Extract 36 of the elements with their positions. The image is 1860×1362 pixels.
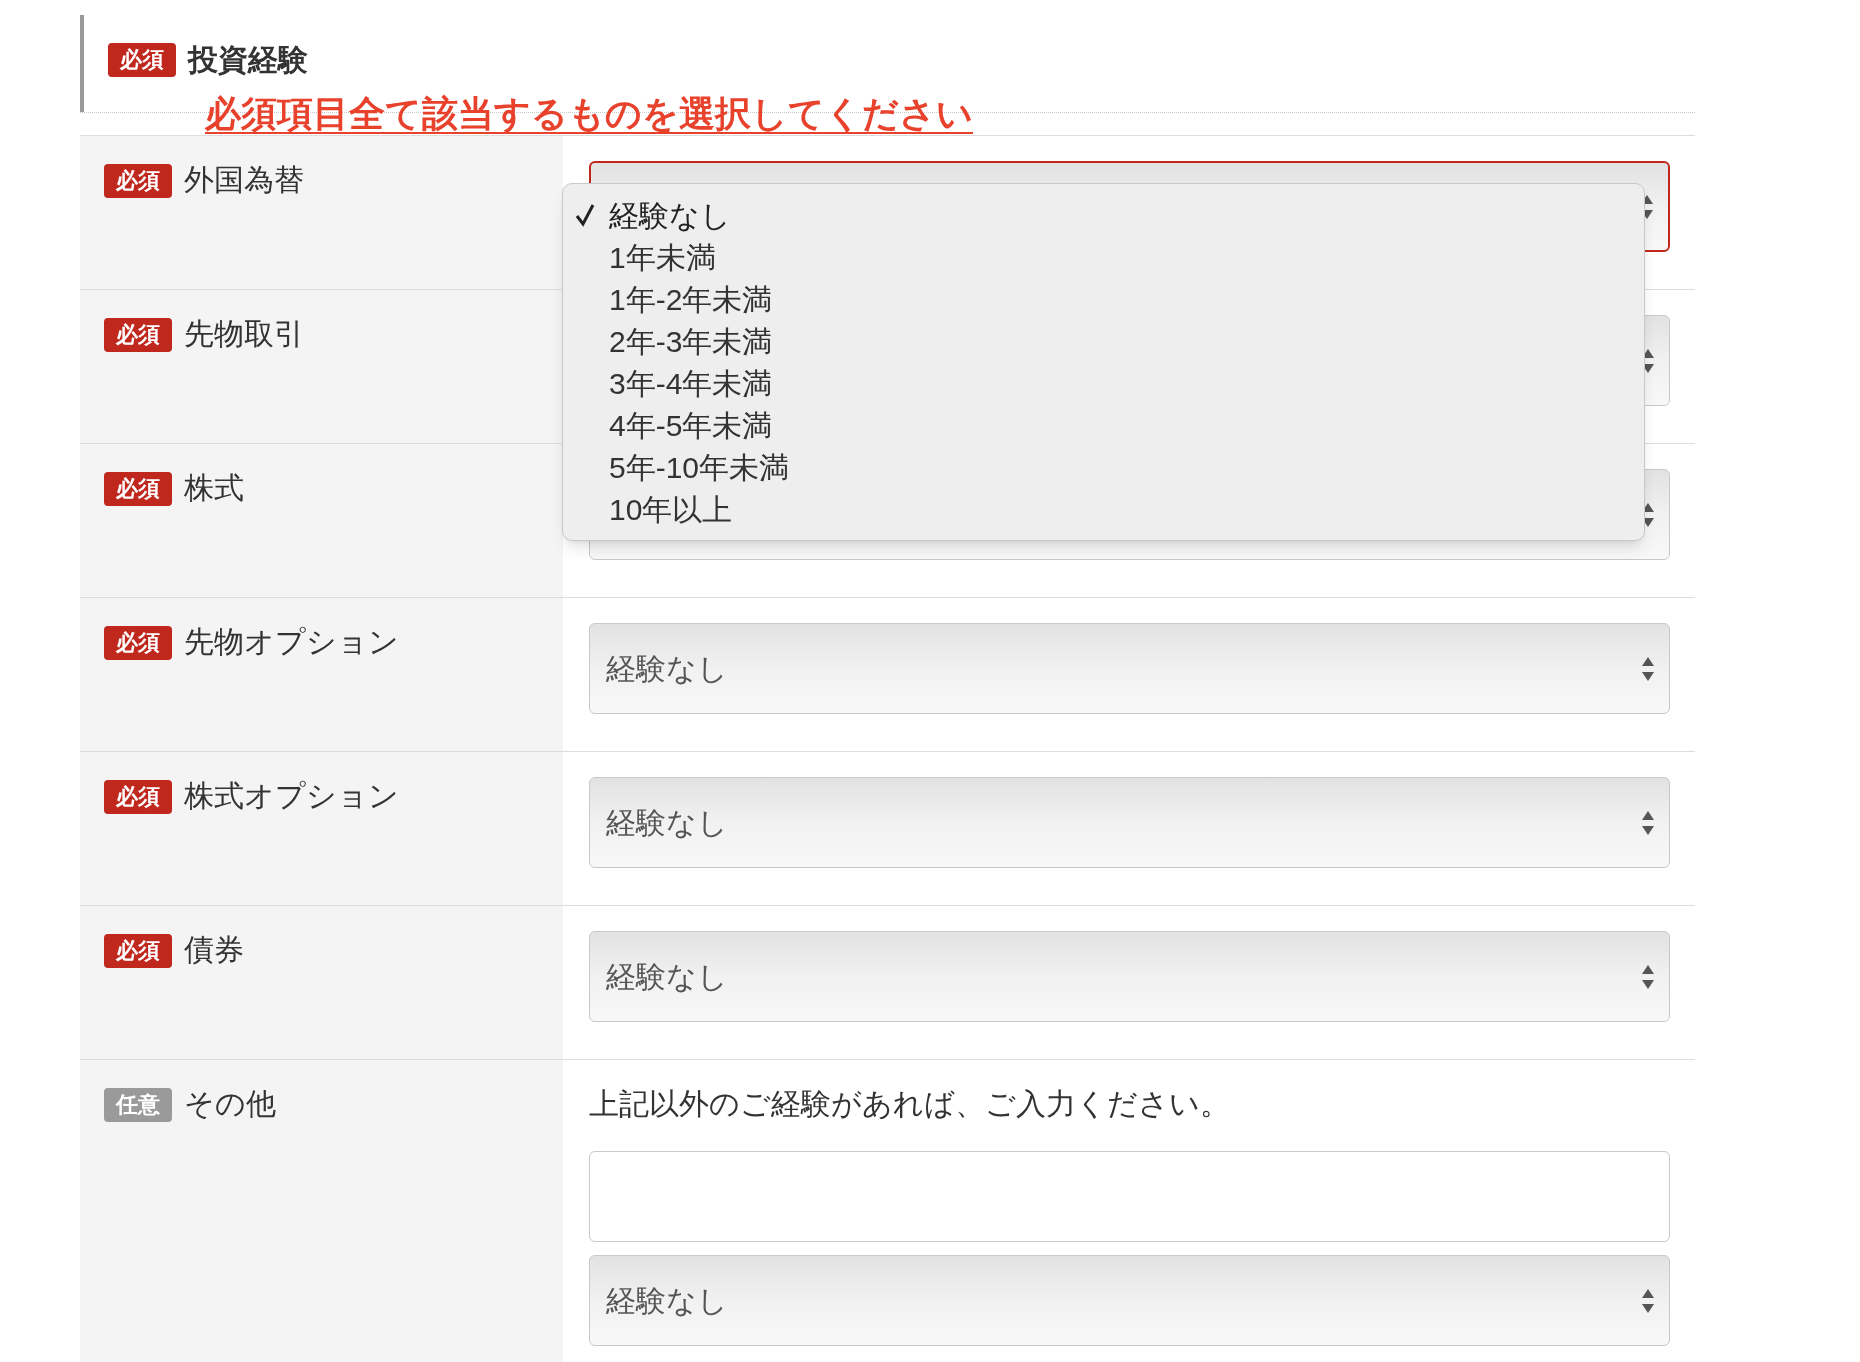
warning-message: 必須項目全て該当するものを選択してください: [205, 93, 973, 134]
field-label: 外国為替: [184, 162, 304, 198]
required-badge: 必須: [104, 318, 172, 352]
text-input-field[interactable]: [589, 1151, 1670, 1242]
menu-option[interactable]: 5年-10年未満: [563, 446, 1644, 488]
select-dropdown[interactable]: 経験なし: [589, 777, 1670, 868]
up-down-arrows-icon: [1641, 1287, 1655, 1314]
required-badge: 必須: [108, 43, 176, 77]
up-down-arrows-icon: [1641, 963, 1655, 990]
field-label: 株式: [184, 470, 244, 506]
check-icon: [575, 203, 595, 227]
menu-option[interactable]: 2年-3年未満: [563, 320, 1644, 362]
field-label: 先物取引: [184, 316, 304, 352]
field-label: 株式オプション: [184, 778, 399, 814]
up-down-arrows-icon: [1641, 809, 1655, 836]
optional-badge: 任意: [104, 1088, 172, 1122]
select-dropdown[interactable]: 経験なし: [589, 931, 1670, 1022]
up-down-arrows-icon: [1641, 655, 1655, 682]
section-title: 投資経験: [188, 43, 308, 77]
required-badge: 必須: [104, 626, 172, 660]
menu-option[interactable]: 4年-5年未満: [563, 404, 1644, 446]
menu-option[interactable]: 1年-2年未満: [563, 278, 1644, 320]
field-label: その他: [184, 1086, 276, 1122]
required-badge: 必須: [104, 164, 172, 198]
help-text: 上記以外のご経験があれば、ご入力ください。: [589, 1086, 1231, 1122]
menu-option[interactable]: 3年-4年未満: [563, 362, 1644, 404]
menu-option[interactable]: 経験なし: [563, 194, 1644, 236]
required-badge: 必須: [104, 934, 172, 968]
menu-option[interactable]: 1年未満: [563, 236, 1644, 278]
required-badge: 必須: [104, 472, 172, 506]
menu-option[interactable]: 10年以上: [563, 488, 1644, 530]
field-label: 先物オプション: [184, 624, 399, 660]
select-dropdown[interactable]: 経験なし: [589, 1255, 1670, 1346]
field-label: 債券: [184, 932, 244, 968]
select-dropdown[interactable]: 経験なし: [589, 623, 1670, 714]
required-badge: 必須: [104, 780, 172, 814]
